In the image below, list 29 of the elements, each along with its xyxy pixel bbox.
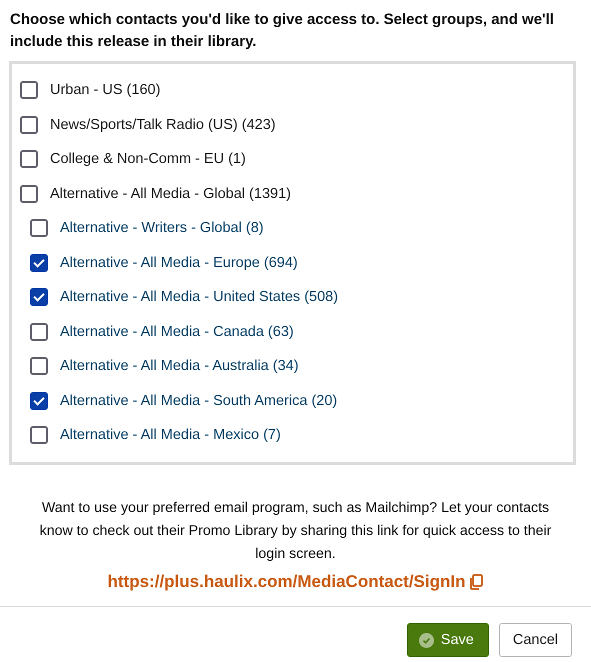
checkbox[interactable] (30, 219, 48, 238)
signin-link[interactable]: https://plus.haulix.com/MediaContact/SignIn (108, 572, 466, 592)
group-label: Urban - US (160) (50, 82, 160, 98)
checkbox[interactable] (30, 357, 48, 376)
instructions-heading: Choose which contacts you'd like to give access to. Select groups, and we'll include this release in their library. (9, 10, 555, 52)
copy-icon[interactable] (469, 574, 484, 590)
checkbox[interactable] (20, 116, 38, 134)
group-label: Alternative - All Media - Australia (34) (60, 358, 299, 374)
group-label: News/Sports/Talk Radio (US) (423) (50, 116, 276, 133)
group-label: Alternative - Writers - Global (8) (60, 220, 264, 236)
save-button[interactable]: Save (406, 623, 489, 657)
group-label: Alternative - All Media - South America (20) (60, 392, 338, 409)
group-label: Alternative - All Media - Europe (694) (60, 254, 298, 271)
group-label: Alternative - All Media - United States (508) (60, 289, 338, 306)
group-label: College & Non-Comm - EU (1) (50, 151, 246, 168)
checkbox[interactable] (20, 81, 38, 100)
group-label: Alternative - All Media - Canada (63) (60, 324, 294, 340)
checkbox[interactable] (30, 322, 48, 341)
checkbox[interactable] (30, 288, 48, 306)
cancel-button[interactable]: Cancel (498, 623, 572, 657)
group-label: Alternative - All Media - Global (1391) (50, 186, 291, 202)
info-text: Want to use your preferred email program, such as Mailchimp? Let your contacts know to check out their Promo Library by sharing this link for quick access to their login screen. (38, 499, 552, 564)
group-label: Alternative - All Media - Mexico (7) (60, 427, 281, 444)
checkbox[interactable] (30, 426, 48, 444)
checkbox[interactable] (30, 392, 48, 410)
checkbox[interactable] (30, 254, 48, 272)
checkbox[interactable] (20, 184, 38, 203)
checkbox[interactable] (20, 150, 38, 168)
check-circle-icon (418, 632, 434, 648)
